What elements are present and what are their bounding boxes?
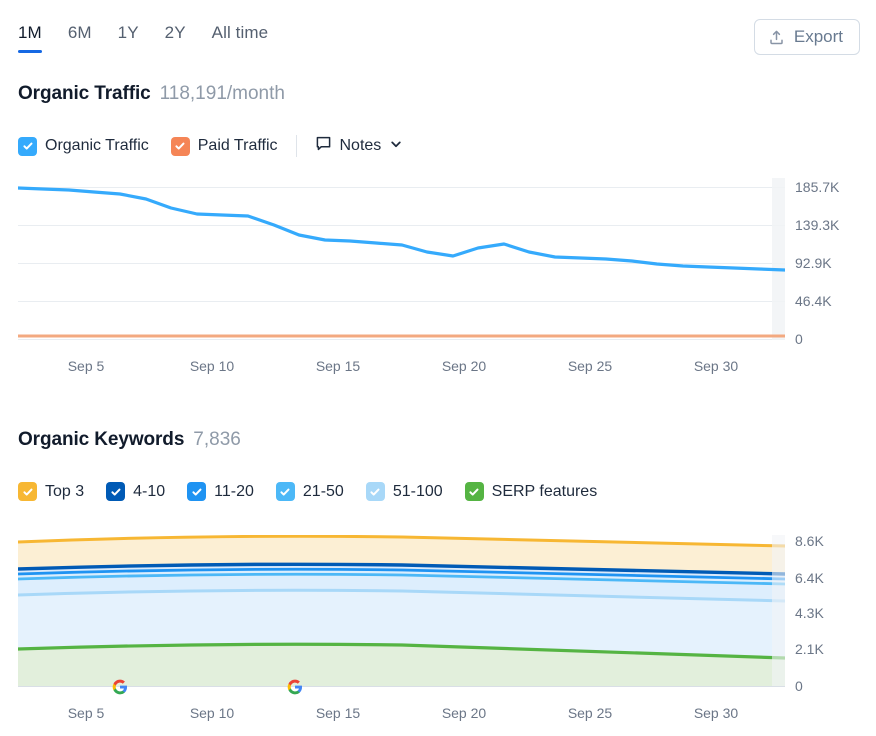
- keywords-ytick-0: 0: [795, 678, 803, 694]
- organic-keywords-chart[interactable]: [18, 535, 785, 687]
- keywords-xtick-2: Sep 15: [315, 705, 361, 721]
- export-button[interactable]: Export: [753, 19, 860, 55]
- checkbox-organic-traffic[interactable]: [18, 136, 37, 156]
- keywords-xtick-3: Sep 20: [441, 705, 487, 721]
- legend-item-4-10[interactable]: 4-10: [106, 482, 165, 501]
- comment-icon: [315, 135, 332, 157]
- notes-label: Notes: [339, 137, 382, 154]
- traffic-xtick-2: Sep 15: [315, 358, 361, 374]
- period-tabs: 1M 6M 1Y 2Y All time: [18, 22, 268, 53]
- traffic-ytick-4: 185.7K: [795, 179, 840, 195]
- tab-1y[interactable]: 1Y: [118, 22, 139, 53]
- legend-label-paid-traffic: Paid Traffic: [197, 137, 278, 154]
- checkbox-4-10[interactable]: [106, 482, 126, 501]
- legend-divider: [295, 135, 297, 157]
- traffic-xtick-5: Sep 30: [693, 358, 739, 374]
- traffic-xtick-3: Sep 20: [441, 358, 487, 374]
- tab-1m[interactable]: 1M: [18, 22, 42, 53]
- organic-keywords-value: 7,836: [193, 429, 241, 450]
- organic-traffic-value: 118,191/month: [159, 83, 285, 104]
- checkbox-11-20[interactable]: [187, 482, 207, 501]
- legend-label-51-100: 51-100: [392, 482, 443, 500]
- organic-keywords-title: Organic Keywords: [18, 429, 185, 450]
- organic-keywords-heading: Organic Keywords 7,836: [18, 429, 241, 451]
- keywords-ytick-2: 4.3K: [795, 605, 824, 621]
- legend-item-11-20[interactable]: 11-20: [187, 482, 254, 501]
- checkbox-21-50[interactable]: [275, 482, 295, 501]
- traffic-ytick-2: 92.9K: [795, 255, 832, 271]
- keywords-legend: Top 3 4-10 11-20 21-50 51-100 SERP featu…: [18, 482, 597, 501]
- google-update-marker-1[interactable]: [112, 679, 128, 695]
- checkbox-top-3[interactable]: [18, 482, 37, 501]
- checkbox-paid-traffic[interactable]: [170, 136, 190, 156]
- google-update-marker-2[interactable]: [287, 679, 303, 695]
- checkbox-51-100[interactable]: [365, 482, 385, 501]
- organic-traffic-heading: Organic Traffic 118,191/month: [18, 83, 285, 105]
- legend-item-paid-traffic[interactable]: Paid Traffic: [170, 136, 278, 156]
- legend-label-21-50: 21-50: [302, 482, 344, 500]
- keywords-ytick-4: 8.6K: [795, 533, 824, 549]
- toolbar: 1M 6M 1Y 2Y All time Export: [0, 0, 876, 70]
- legend-label-serp-features: SERP features: [491, 482, 598, 500]
- keywords-xtick-0: Sep 5: [67, 705, 105, 721]
- organic-traffic-title: Organic Traffic: [18, 83, 151, 104]
- upload-icon: [768, 29, 785, 46]
- tab-6m[interactable]: 6M: [68, 22, 92, 53]
- legend-item-51-100[interactable]: 51-100: [365, 482, 443, 501]
- legend-item-top-3[interactable]: Top 3: [18, 482, 84, 501]
- tab-all-time[interactable]: All time: [212, 22, 269, 53]
- legend-label-11-20: 11-20: [214, 482, 254, 500]
- traffic-xtick-0: Sep 5: [67, 358, 105, 374]
- legend-label-4-10: 4-10: [133, 482, 166, 500]
- legend-item-organic-traffic[interactable]: Organic Traffic: [18, 136, 149, 156]
- traffic-xtick-4: Sep 25: [567, 358, 613, 374]
- export-label: Export: [793, 27, 843, 46]
- tab-2y[interactable]: 2Y: [165, 22, 186, 53]
- traffic-ytick-3: 139.3K: [795, 217, 840, 233]
- checkbox-serp-features[interactable]: [464, 482, 484, 501]
- legend-item-serp-features[interactable]: SERP features: [464, 482, 598, 501]
- chevron-down-icon: [389, 137, 403, 156]
- keywords-x-axis: Sep 5 Sep 10 Sep 15 Sep 20 Sep 25 Sep 30: [18, 705, 785, 725]
- notes-dropdown[interactable]: Notes: [315, 135, 404, 157]
- legend-label-top-3: Top 3: [45, 482, 85, 500]
- keywords-ytick-3: 6.4K: [795, 570, 824, 586]
- legend-item-21-50[interactable]: 21-50: [275, 482, 344, 501]
- traffic-ytick-0: 0: [795, 331, 803, 347]
- legend-label-organic-traffic: Organic Traffic: [45, 137, 149, 154]
- traffic-xtick-1: Sep 10: [189, 358, 235, 374]
- keywords-xtick-1: Sep 10: [189, 705, 235, 721]
- keywords-xtick-4: Sep 25: [567, 705, 613, 721]
- traffic-ytick-1: 46.4K: [795, 293, 832, 309]
- organic-traffic-chart[interactable]: [18, 178, 785, 340]
- keywords-ytick-1: 2.1K: [795, 641, 824, 657]
- traffic-x-axis: Sep 5 Sep 10 Sep 15 Sep 20 Sep 25 Sep 30: [18, 358, 785, 378]
- keywords-xtick-5: Sep 30: [693, 705, 739, 721]
- traffic-legend: Organic Traffic Paid Traffic Notes: [18, 135, 403, 157]
